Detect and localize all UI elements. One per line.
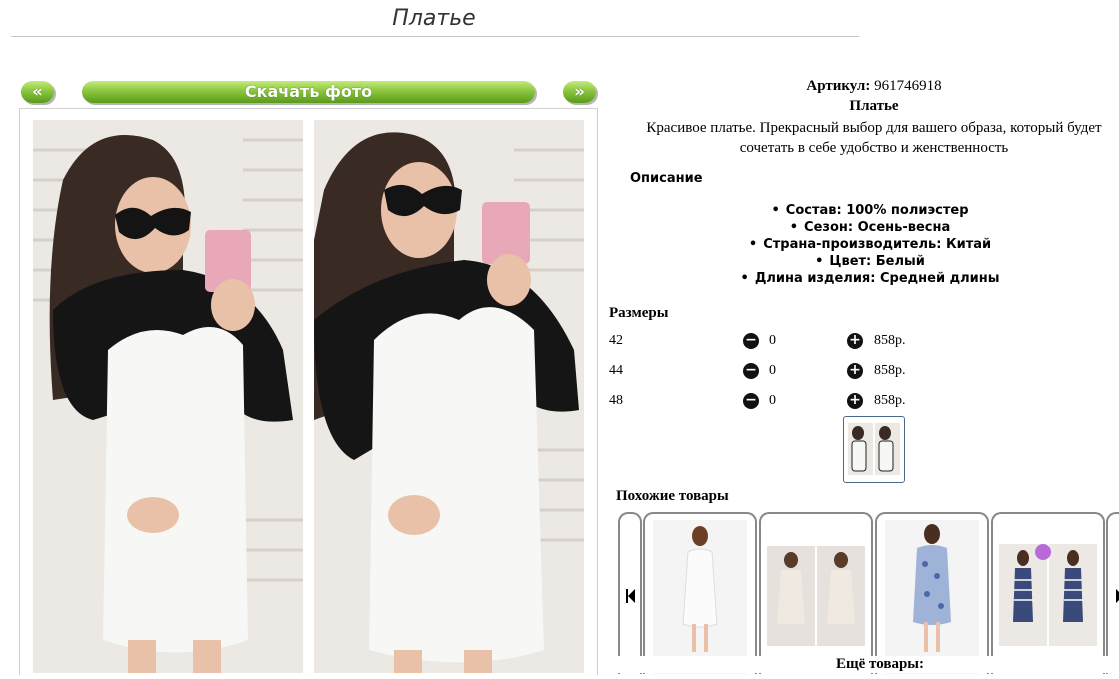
size-price: 858р. — [874, 393, 906, 408]
spec-item: Состав: 100% полиэстер — [600, 202, 1119, 219]
spec-list: Состав: 100% полиэстер Сезон: Осень-весн… — [600, 202, 1119, 287]
size-label: 42 — [609, 333, 623, 348]
similar-product-card[interactable] — [875, 512, 989, 674]
size-label: 48 — [609, 393, 623, 408]
minus-icon[interactable]: − — [743, 363, 759, 379]
similar-product-card[interactable] — [643, 512, 757, 674]
prev-photo-button[interactable]: « — [21, 81, 54, 103]
size-price: 858р. — [874, 333, 906, 348]
spec-item: Страна-производитель: Китай — [600, 236, 1119, 253]
description-heading: Описание — [630, 171, 703, 186]
spec-item: Сезон: Осень-весна — [600, 219, 1119, 236]
product-article: Артикул: 961746918 — [600, 78, 1119, 95]
plus-icon[interactable]: + — [847, 363, 863, 379]
product-photo-left[interactable] — [33, 120, 303, 673]
next-photo-button[interactable]: » — [563, 81, 596, 103]
spec-item: Длина изделия: Средней длины — [600, 270, 1119, 287]
similar-product-card[interactable] — [759, 512, 873, 674]
more-products-label: Ещё товары: — [600, 656, 1119, 673]
product-photo-right[interactable] — [314, 120, 584, 673]
quantity-value: 0 — [769, 393, 776, 408]
skip-back-icon — [626, 589, 635, 603]
similar-product-card[interactable] — [991, 512, 1105, 674]
minus-icon[interactable]: − — [743, 333, 759, 349]
plus-icon[interactable]: + — [847, 393, 863, 409]
size-row: 44 − 0 + 858р. — [609, 363, 1009, 383]
article-value: 961746918 — [874, 78, 942, 94]
minus-icon[interactable]: − — [743, 393, 759, 409]
quantity-value: 0 — [769, 363, 776, 378]
carousel-prev-button[interactable] — [618, 512, 642, 674]
page-title: Платье — [392, 6, 476, 31]
size-price: 858р. — [874, 363, 906, 378]
quantity-value: 0 — [769, 333, 776, 348]
size-label: 44 — [609, 363, 623, 378]
size-row: 42 − 0 + 858р. — [609, 333, 1009, 353]
download-photo-button[interactable]: Скачать фото — [82, 81, 535, 103]
similar-products-heading: Похожие товары — [616, 488, 729, 504]
photo-thumbnail[interactable] — [843, 416, 905, 483]
title-divider — [11, 36, 859, 37]
photo-viewer — [19, 108, 598, 675]
product-description: Красивое платье. Прекрасный выбор для ва… — [646, 120, 1102, 156]
plus-icon[interactable]: + — [847, 333, 863, 349]
carousel-next-button[interactable] — [1106, 512, 1119, 674]
size-row: 48 − 0 + 858р. — [609, 393, 1009, 413]
sizes-heading: Размеры — [609, 305, 669, 321]
spec-item: Цвет: Белый — [600, 253, 1119, 270]
skip-forward-icon — [1116, 589, 1119, 603]
product-name: Платье — [849, 98, 899, 114]
article-label: Артикул: — [806, 78, 871, 94]
